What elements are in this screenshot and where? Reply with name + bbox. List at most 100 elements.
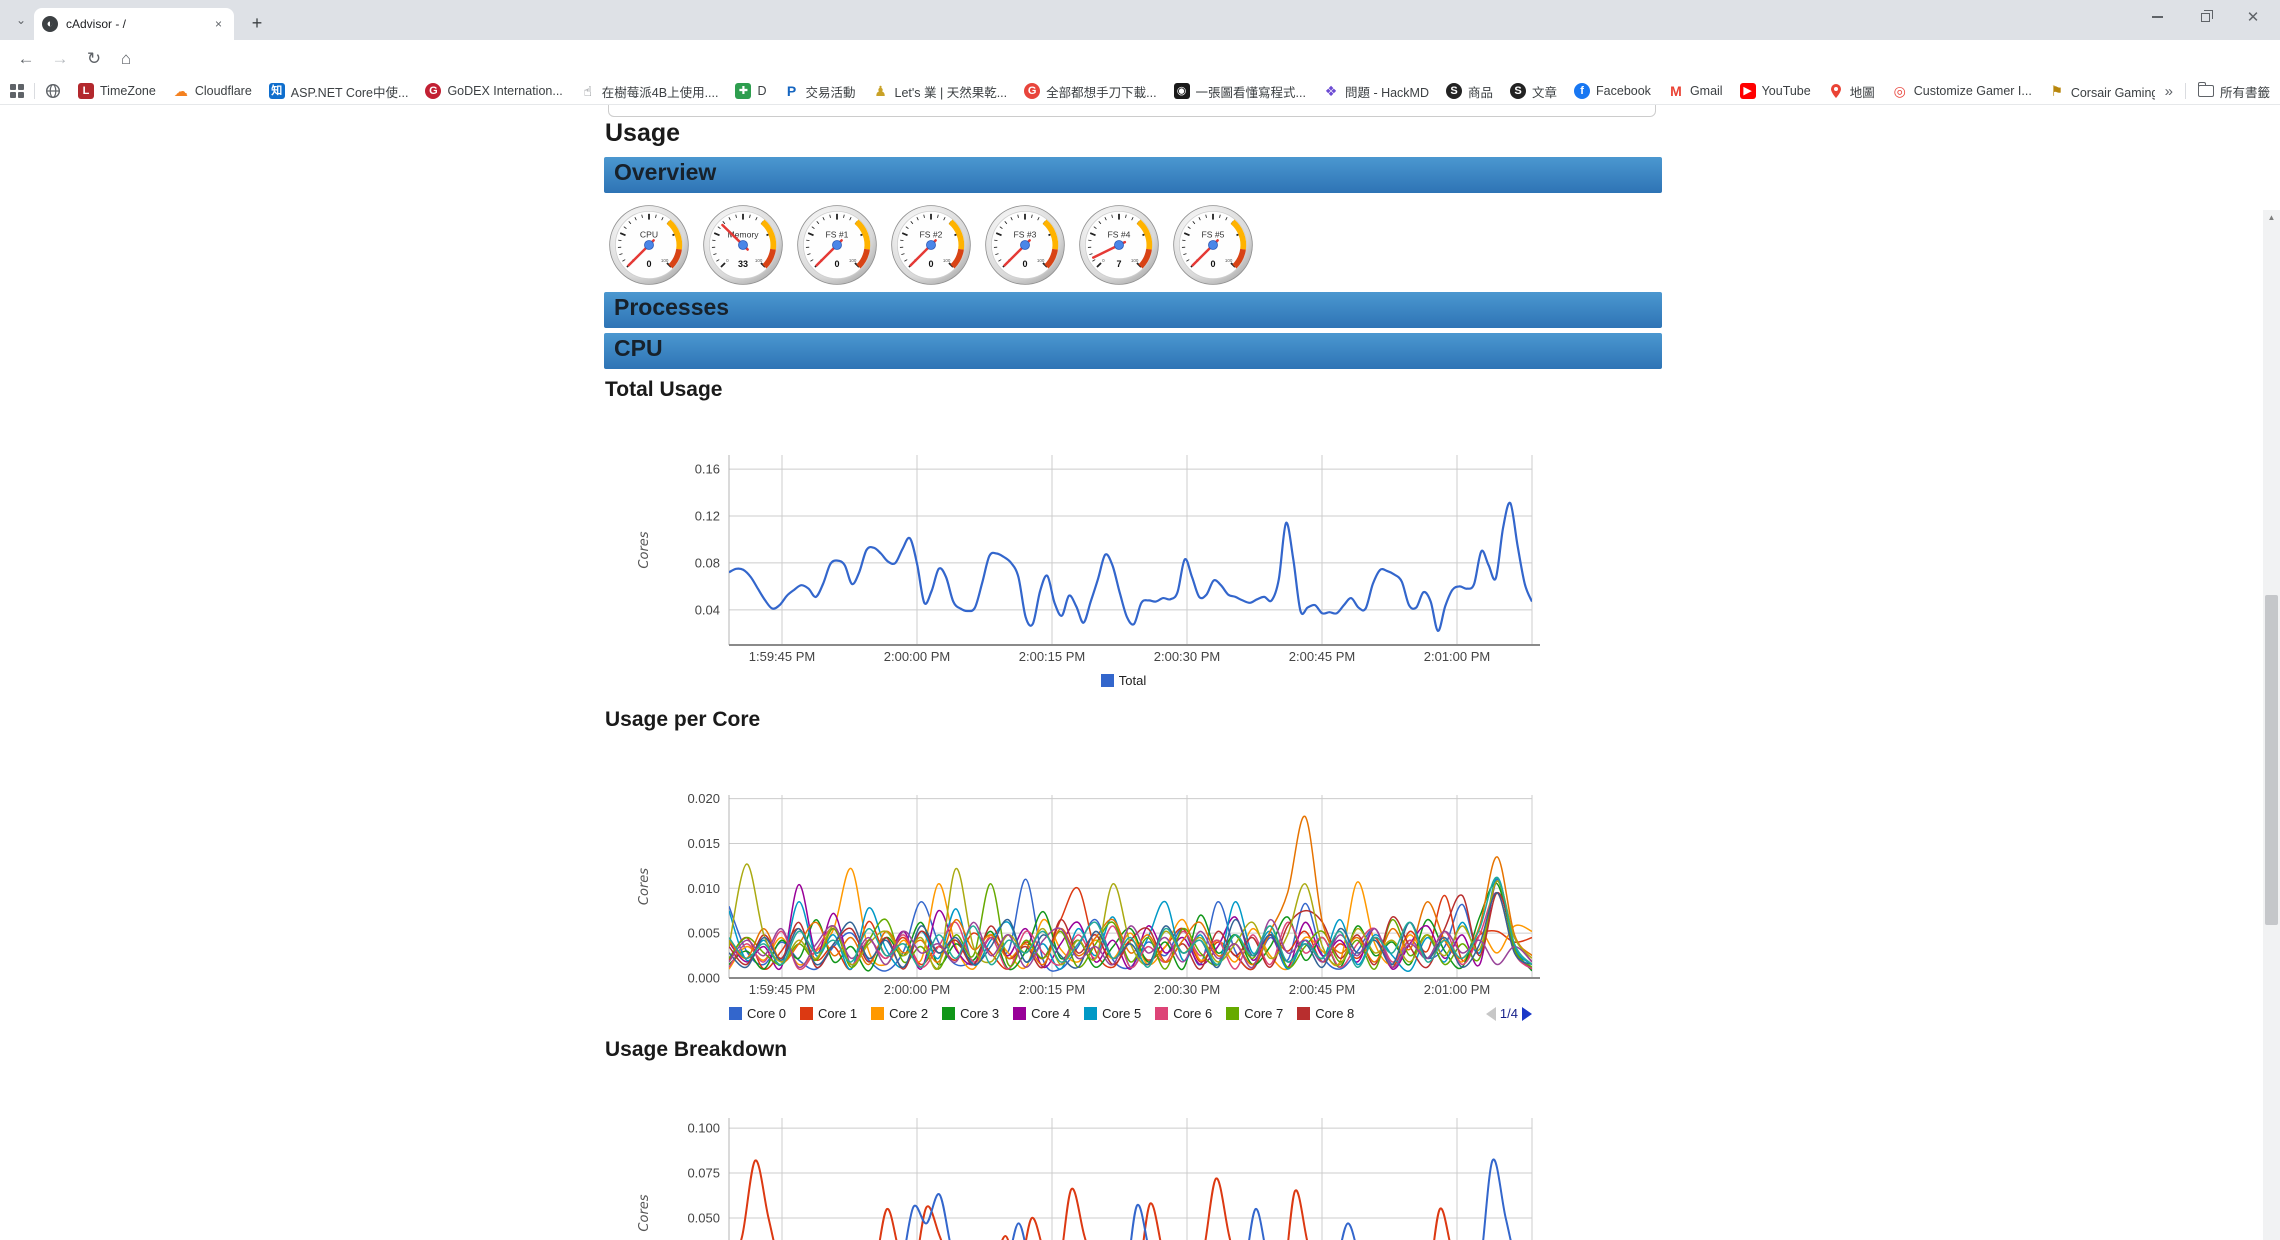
series-line bbox=[729, 1159, 1532, 1240]
new-tab-button[interactable]: + bbox=[244, 10, 270, 36]
reload-button[interactable]: ↻ bbox=[80, 45, 108, 73]
legend-next-page-arrow[interactable] bbox=[1522, 1007, 1532, 1021]
x-axis-tick-label: 1:59:45 PM bbox=[749, 982, 816, 997]
x-axis-tick-label: 2:00:30 PM bbox=[1154, 982, 1221, 997]
bookmark-label: 商品 bbox=[1468, 82, 1493, 101]
legend-label: Core 4 bbox=[1031, 1006, 1070, 1021]
bookmark-item[interactable]: S商品 bbox=[1446, 82, 1493, 101]
bookmark-item[interactable]: P交易活動 bbox=[784, 82, 856, 101]
bookmark-label: 全部都想手刀下載... bbox=[1046, 82, 1156, 101]
x-axis-tick-label: 2:00:15 PM bbox=[1019, 982, 1086, 997]
bookmark-item[interactable]: 地圖 bbox=[1828, 82, 1875, 101]
legend-label: Core 2 bbox=[889, 1006, 928, 1021]
scrollbar-thumb[interactable] bbox=[2265, 595, 2278, 925]
apps-grid-icon[interactable] bbox=[10, 84, 24, 98]
y-axis-title: Cores bbox=[637, 1194, 652, 1231]
bookmark-item[interactable]: ◎Customize Gamer I... bbox=[1892, 83, 2032, 99]
bookmark-item[interactable]: ▶YouTube bbox=[1740, 83, 1811, 99]
globe-favicon-icon bbox=[45, 83, 61, 99]
y-axis-tick-label: 0.075 bbox=[687, 1166, 720, 1181]
bookmark-item[interactable]: GGoDEX Internation... bbox=[425, 83, 562, 99]
bookmark-item[interactable]: ⚑Corsair Gaming 海... bbox=[2049, 82, 2155, 101]
svg-text:100: 100 bbox=[1225, 258, 1233, 263]
gauge-label: CPU bbox=[640, 230, 658, 240]
series-line bbox=[729, 503, 1532, 631]
bookmark-item[interactable]: S 文章 bbox=[1510, 82, 1557, 101]
y-axis-tick-label: 0.020 bbox=[687, 791, 720, 806]
legend-swatch bbox=[729, 1007, 742, 1020]
restore-button[interactable] bbox=[2194, 6, 2216, 28]
bookmark-item[interactable]: 知ASP.NET Core中使... bbox=[269, 82, 409, 101]
folder-icon bbox=[2198, 85, 2214, 97]
legend-item: Core 4 bbox=[1013, 1006, 1070, 1021]
bookmark-item[interactable]: MGmail bbox=[1668, 83, 1723, 99]
browser-window: ⌄ ◐ cAdvisor - / × + ✕ ← → ↻ ⌂ i localho… bbox=[0, 0, 2280, 1240]
forward-button[interactable]: → bbox=[46, 45, 74, 73]
tab-search-chevron-icon[interactable]: ⌄ bbox=[12, 12, 30, 30]
gauge-value: 0 bbox=[1210, 259, 1215, 269]
browser-toolbar: ← → ↻ ⌂ i localhost:8884/containers/ ☆ 文… bbox=[0, 40, 2280, 78]
gauge-fs-5: FS #501000 bbox=[1172, 204, 1254, 286]
gauge-fs-3: FS #301000 bbox=[984, 204, 1066, 286]
legend-swatch bbox=[871, 1007, 884, 1020]
chart-legend: Total bbox=[729, 673, 1532, 688]
bookmark-favicon-icon: S bbox=[1510, 83, 1526, 99]
usage-breakdown-chart: 0.1000.0750.050Cores bbox=[604, 1118, 1564, 1240]
legend-swatch bbox=[1101, 674, 1114, 687]
bookmark-item[interactable]: fFacebook bbox=[1574, 83, 1651, 99]
legend-page-indicator: 1/4 bbox=[1500, 1006, 1518, 1021]
container-search-input[interactable] bbox=[608, 105, 1656, 117]
all-bookmarks-button[interactable]: 所有書籤 bbox=[2198, 82, 2270, 101]
svg-text:100: 100 bbox=[849, 258, 857, 263]
bookmark-item[interactable]: ♟Let's 業 | 天然果乾... bbox=[873, 82, 1008, 101]
legend-swatch bbox=[1013, 1007, 1026, 1020]
series-line bbox=[729, 1160, 1532, 1240]
tab-close-icon[interactable]: × bbox=[211, 15, 226, 33]
bookmark-label: 文章 bbox=[1532, 82, 1557, 101]
legend-label: Core 8 bbox=[1315, 1006, 1354, 1021]
bookmark-favicon-icon: G bbox=[425, 83, 441, 99]
chart-svg: 0.040.080.120.161:59:45 PM2:00:00 PM2:00… bbox=[604, 430, 1564, 665]
bookmark-item[interactable]: ❖問題 - HackMD bbox=[1323, 82, 1429, 101]
gauge-fs-1: FS #101000 bbox=[796, 204, 878, 286]
bookmark-item[interactable]: ☁Cloudflare bbox=[173, 83, 252, 99]
page-scrollbar[interactable]: ▲ ▼ bbox=[2263, 210, 2280, 1240]
y-axis-tick-label: 0.100 bbox=[687, 1121, 720, 1136]
minimize-button[interactable] bbox=[2146, 6, 2168, 28]
bookmark-favicon-icon: ◎ bbox=[1892, 83, 1908, 99]
bookmark-favicon-icon: P bbox=[784, 83, 800, 99]
bookmark-favicon-icon: M bbox=[1668, 83, 1684, 99]
scrollbar-up-arrow[interactable]: ▲ bbox=[2263, 210, 2280, 226]
section-header-cpu: CPU bbox=[604, 333, 1662, 369]
close-button[interactable]: ✕ bbox=[2242, 6, 2264, 28]
svg-text:100: 100 bbox=[1037, 258, 1045, 263]
gauge-label: FS #4 bbox=[1108, 230, 1131, 240]
y-axis-title: Cores bbox=[637, 531, 652, 568]
legend-item: Core 6 bbox=[1155, 1006, 1212, 1021]
bookmark-item[interactable]: ☝在樹莓派4B上使用.... bbox=[580, 82, 719, 101]
legend-item: Core 8 bbox=[1297, 1006, 1354, 1021]
y-axis-tick-label: 0.010 bbox=[687, 881, 720, 896]
bookmarks-right-cluster: » 所有書籤 bbox=[2165, 82, 2270, 101]
bookmark-item[interactable]: ◉一張圖看懂寫程式... bbox=[1174, 82, 1306, 101]
home-button[interactable]: ⌂ bbox=[112, 45, 140, 73]
chart-svg: 0.0000.0050.0100.0150.0201:59:45 PM2:00:… bbox=[604, 788, 1564, 998]
tab-favicon-globe-icon: ◐ bbox=[42, 16, 58, 32]
bookmark-item[interactable] bbox=[45, 83, 61, 99]
svg-text:100: 100 bbox=[943, 258, 951, 263]
window-controls: ✕ bbox=[2146, 0, 2272, 34]
bookmark-favicon-icon: f bbox=[1574, 83, 1590, 99]
bookmark-item[interactable]: G全部都想手刀下載... bbox=[1024, 82, 1156, 101]
bookmark-item[interactable]: ✚D bbox=[735, 83, 766, 99]
bookmark-label: 一張圖看懂寫程式... bbox=[1196, 82, 1306, 101]
legend-prev-page-arrow[interactable] bbox=[1486, 1007, 1496, 1021]
active-tab[interactable]: ◐ cAdvisor - / × bbox=[34, 8, 234, 40]
bookmark-favicon-icon: ☝ bbox=[580, 83, 596, 99]
back-button[interactable]: ← bbox=[12, 45, 40, 73]
bookmark-item[interactable]: LTimeZone bbox=[78, 83, 156, 99]
svg-text:100: 100 bbox=[1131, 258, 1139, 263]
y-axis-tick-label: 0.08 bbox=[695, 555, 720, 570]
legend-swatch bbox=[1155, 1007, 1168, 1020]
tab-title: cAdvisor - / bbox=[66, 17, 211, 31]
bookmarks-overflow-chevron[interactable]: » bbox=[2165, 83, 2173, 100]
